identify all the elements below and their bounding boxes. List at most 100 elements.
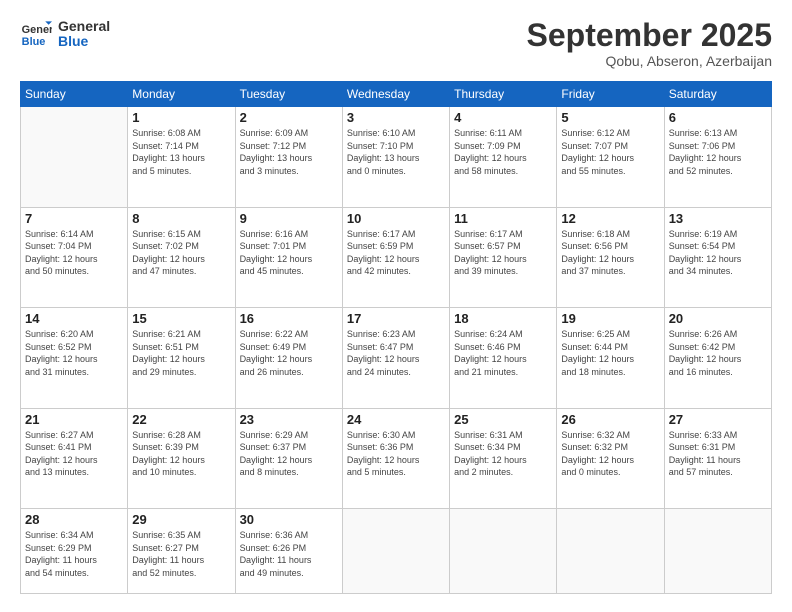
calendar-cell: 29Sunrise: 6:35 AM Sunset: 6:27 PM Dayli…	[128, 509, 235, 594]
day-info: Sunrise: 6:34 AM Sunset: 6:29 PM Dayligh…	[25, 529, 123, 579]
logo-line1: General	[58, 19, 110, 34]
calendar-week-1: 1Sunrise: 6:08 AM Sunset: 7:14 PM Daylig…	[21, 107, 772, 207]
day-info: Sunrise: 6:36 AM Sunset: 6:26 PM Dayligh…	[240, 529, 338, 579]
calendar-cell: 3Sunrise: 6:10 AM Sunset: 7:10 PM Daylig…	[342, 107, 449, 207]
day-number: 29	[132, 512, 230, 527]
day-number: 16	[240, 311, 338, 326]
svg-text:General: General	[22, 24, 52, 36]
calendar-header-tuesday: Tuesday	[235, 82, 342, 107]
day-info: Sunrise: 6:17 AM Sunset: 6:57 PM Dayligh…	[454, 228, 552, 278]
day-info: Sunrise: 6:10 AM Sunset: 7:10 PM Dayligh…	[347, 127, 445, 177]
calendar-cell: 18 Sunrise: 6:24 AM Sunset: 6:46 PM Dayli…	[450, 308, 557, 408]
location-title: Qobu, Abseron, Azerbaijan	[527, 53, 772, 69]
calendar-cell: 25Sunrise: 6:31 AM Sunset: 6:34 PM Dayli…	[450, 408, 557, 508]
calendar-cell: 24 Sunrise: 6:30 AM Sunset: 6:36 PM Dayli…	[342, 408, 449, 508]
page: General Blue General Blue September 2025…	[0, 0, 792, 612]
day-info: Sunrise: 6:24 AM Sunset: 6:46 PM Dayligh…	[454, 328, 552, 378]
day-number: 14	[25, 311, 123, 326]
day-number: 12	[561, 211, 659, 226]
day-info: Sunrise: 6:22 AM Sunset: 6:49 PM Dayligh…	[240, 328, 338, 378]
logo: General Blue General Blue	[20, 18, 110, 50]
calendar-cell	[342, 509, 449, 594]
day-info: Sunrise: 6:18 AM Sunset: 6:56 PM Dayligh…	[561, 228, 659, 278]
day-number: 27	[669, 412, 767, 427]
title-block: September 2025 Qobu, Abseron, Azerbaijan	[527, 18, 772, 69]
day-info: Sunrise: 6:30 AM Sunset: 6:36 PM Dayligh…	[347, 429, 445, 479]
day-number: 11	[454, 211, 552, 226]
calendar-header-wednesday: Wednesday	[342, 82, 449, 107]
calendar-cell: 22Sunrise: 6:28 AM Sunset: 6:39 PM Dayli…	[128, 408, 235, 508]
calendar-cell: 6Sunrise: 6:13 AM Sunset: 7:06 PM Daylig…	[664, 107, 771, 207]
day-info: Sunrise: 6:32 AM Sunset: 6:32 PM Dayligh…	[561, 429, 659, 479]
calendar-cell: 28Sunrise: 6:34 AM Sunset: 6:29 PM Dayli…	[21, 509, 128, 594]
month-title: September 2025	[527, 18, 772, 53]
calendar-cell	[557, 509, 664, 594]
day-number: 18	[454, 311, 552, 326]
calendar-cell: 12 Sunrise: 6:18 AM Sunset: 6:56 PM Dayli…	[557, 207, 664, 307]
calendar-cell: 21 Sunrise: 6:27 AM Sunset: 6:41 PM Dayli…	[21, 408, 128, 508]
day-number: 8	[132, 211, 230, 226]
calendar-cell: 2 Sunrise: 6:09 AM Sunset: 7:12 PM Daylig…	[235, 107, 342, 207]
day-number: 19	[561, 311, 659, 326]
calendar-header-row: SundayMondayTuesdayWednesdayThursdayFrid…	[21, 82, 772, 107]
day-info: Sunrise: 6:29 AM Sunset: 6:37 PM Dayligh…	[240, 429, 338, 479]
calendar-cell: 13 Sunrise: 6:19 AM Sunset: 6:54 PM Dayli…	[664, 207, 771, 307]
day-info: Sunrise: 6:19 AM Sunset: 6:54 PM Dayligh…	[669, 228, 767, 278]
day-info: Sunrise: 6:17 AM Sunset: 6:59 PM Dayligh…	[347, 228, 445, 278]
day-info: Sunrise: 6:23 AM Sunset: 6:47 PM Dayligh…	[347, 328, 445, 378]
calendar-cell: 30Sunrise: 6:36 AM Sunset: 6:26 PM Dayli…	[235, 509, 342, 594]
calendar-cell	[664, 509, 771, 594]
day-number: 21	[25, 412, 123, 427]
day-info: Sunrise: 6:27 AM Sunset: 6:41 PM Dayligh…	[25, 429, 123, 479]
calendar-cell: 26 Sunrise: 6:32 AM Sunset: 6:32 PM Dayli…	[557, 408, 664, 508]
day-number: 1	[132, 110, 230, 125]
day-number: 22	[132, 412, 230, 427]
calendar-cell: 8Sunrise: 6:15 AM Sunset: 7:02 PM Daylig…	[128, 207, 235, 307]
day-number: 2	[240, 110, 338, 125]
day-number: 9	[240, 211, 338, 226]
logo-icon: General Blue	[20, 18, 52, 50]
calendar-cell: 9 Sunrise: 6:16 AM Sunset: 7:01 PM Daylig…	[235, 207, 342, 307]
calendar-cell: 10 Sunrise: 6:17 AM Sunset: 6:59 PM Dayli…	[342, 207, 449, 307]
day-info: Sunrise: 6:21 AM Sunset: 6:51 PM Dayligh…	[132, 328, 230, 378]
calendar-cell: 1Sunrise: 6:08 AM Sunset: 7:14 PM Daylig…	[128, 107, 235, 207]
calendar-week-2: 7 Sunrise: 6:14 AM Sunset: 7:04 PM Daylig…	[21, 207, 772, 307]
day-info: Sunrise: 6:16 AM Sunset: 7:01 PM Dayligh…	[240, 228, 338, 278]
day-number: 7	[25, 211, 123, 226]
calendar-cell: 15 Sunrise: 6:21 AM Sunset: 6:51 PM Dayli…	[128, 308, 235, 408]
day-number: 26	[561, 412, 659, 427]
calendar-cell: 7 Sunrise: 6:14 AM Sunset: 7:04 PM Daylig…	[21, 207, 128, 307]
day-info: Sunrise: 6:13 AM Sunset: 7:06 PM Dayligh…	[669, 127, 767, 177]
day-number: 25	[454, 412, 552, 427]
calendar-week-4: 21 Sunrise: 6:27 AM Sunset: 6:41 PM Dayli…	[21, 408, 772, 508]
day-info: Sunrise: 6:11 AM Sunset: 7:09 PM Dayligh…	[454, 127, 552, 177]
calendar-header-monday: Monday	[128, 82, 235, 107]
day-number: 24	[347, 412, 445, 427]
calendar-cell: 11 Sunrise: 6:17 AM Sunset: 6:57 PM Dayli…	[450, 207, 557, 307]
day-number: 13	[669, 211, 767, 226]
calendar-cell: 17Sunrise: 6:23 AM Sunset: 6:47 PM Dayli…	[342, 308, 449, 408]
day-info: Sunrise: 6:09 AM Sunset: 7:12 PM Dayligh…	[240, 127, 338, 177]
calendar-cell: 14 Sunrise: 6:20 AM Sunset: 6:52 PM Dayli…	[21, 308, 128, 408]
day-info: Sunrise: 6:20 AM Sunset: 6:52 PM Dayligh…	[25, 328, 123, 378]
calendar-cell: 16 Sunrise: 6:22 AM Sunset: 6:49 PM Dayli…	[235, 308, 342, 408]
day-number: 23	[240, 412, 338, 427]
calendar-header-sunday: Sunday	[21, 82, 128, 107]
day-info: Sunrise: 6:12 AM Sunset: 7:07 PM Dayligh…	[561, 127, 659, 177]
day-number: 5	[561, 110, 659, 125]
day-number: 15	[132, 311, 230, 326]
day-info: Sunrise: 6:14 AM Sunset: 7:04 PM Dayligh…	[25, 228, 123, 278]
svg-text:Blue: Blue	[22, 36, 46, 48]
calendar-header-saturday: Saturday	[664, 82, 771, 107]
calendar-table: SundayMondayTuesdayWednesdayThursdayFrid…	[20, 81, 772, 594]
calendar-cell	[21, 107, 128, 207]
day-number: 10	[347, 211, 445, 226]
day-info: Sunrise: 6:33 AM Sunset: 6:31 PM Dayligh…	[669, 429, 767, 479]
logo-line2: Blue	[58, 34, 110, 49]
calendar-cell: 19Sunrise: 6:25 AM Sunset: 6:44 PM Dayli…	[557, 308, 664, 408]
calendar-cell: 23 Sunrise: 6:29 AM Sunset: 6:37 PM Dayli…	[235, 408, 342, 508]
day-number: 20	[669, 311, 767, 326]
calendar-cell	[450, 509, 557, 594]
day-info: Sunrise: 6:26 AM Sunset: 6:42 PM Dayligh…	[669, 328, 767, 378]
calendar-week-5: 28Sunrise: 6:34 AM Sunset: 6:29 PM Dayli…	[21, 509, 772, 594]
